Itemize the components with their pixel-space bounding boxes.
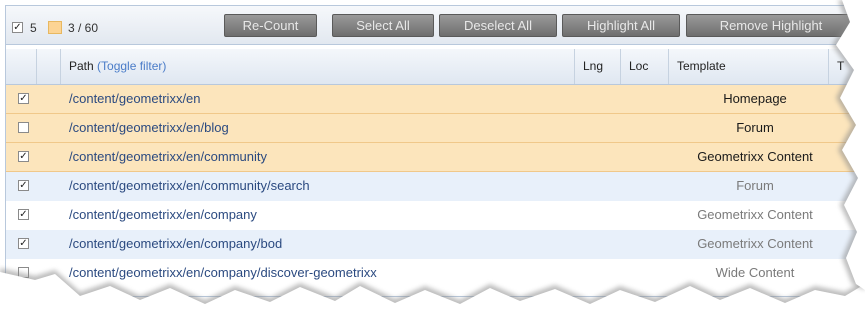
header-lng[interactable]: Lng [574,49,620,84]
row-path-link[interactable]: /content/geometrixx/en/blog [69,114,229,142]
row-template: Wide Content [715,265,795,280]
row-template: Geometrixx Content [697,207,813,222]
highlight-count: 3 / 60 [68,21,99,35]
recount-button[interactable]: Re-Count [224,14,317,37]
row-checkbox[interactable]: ✓ [18,209,29,220]
table-row[interactable]: /content/geometrixx/en/blog Forum [6,114,865,143]
toggle-filter-link[interactable]: (Toggle filter) [97,59,166,73]
table-row[interactable]: ✓ /content/geometrixx/en/company Geometrix… [6,201,865,230]
select-checkbox-indicator[interactable]: ✓ [12,22,23,33]
header-loc[interactable]: Loc [620,49,668,84]
table-row[interactable]: ✓ /content/geometrixx/en/community/search… [6,172,865,201]
row-template: Geometrixx Content [697,149,813,164]
header-path[interactable]: Path (Toggle filter) [60,49,574,84]
row-path-link[interactable]: /content/geometrixx/en/company [69,201,257,229]
row-template: Forum [736,178,774,193]
header-select-column [6,49,36,84]
page-list-panel: ✓ 5 3 / 60 Re-Count Select All Deselect … [5,5,865,297]
row-path-link[interactable]: /content/geometrixx/en/company/discover-… [69,259,377,287]
table-row[interactable]: ✓ /content/geometrixx/en/company/bod Geome… [6,230,865,259]
row-checkbox[interactable]: ✓ [18,151,29,162]
row-checkbox[interactable]: ✓ [18,93,29,104]
row-checkbox[interactable]: ✓ [18,180,29,191]
row-template: Geometrixx Content [697,236,813,251]
select-all-button[interactable]: Select All [332,14,434,37]
highlight-all-button[interactable]: Highlight All [562,14,680,37]
row-template: Homepage [723,91,787,106]
column-header: Path (Toggle filter) Lng Loc Template T [6,49,865,85]
header-template[interactable]: Template [668,49,828,84]
row-path-link[interactable]: /content/geometrixx/en/company/bod [69,230,282,258]
header-spacer-column [36,49,60,84]
row-path-link[interactable]: /content/geometrixx/en/community [69,143,267,171]
row-checkbox[interactable] [18,267,29,278]
row-checkbox[interactable]: ✓ [18,238,29,249]
header-extra[interactable]: T [828,49,865,84]
selected-count: 5 [30,21,37,35]
deselect-all-button[interactable]: Deselect All [439,14,557,37]
toolbar: ✓ 5 3 / 60 Re-Count Select All Deselect … [6,6,865,45]
row-template: Forum [736,120,774,135]
highlight-swatch-icon [48,21,62,34]
header-path-label: Path [69,59,94,73]
row-checkbox[interactable] [18,122,29,133]
row-path-link[interactable]: /content/geometrixx/en/community/search [69,172,310,200]
table-row[interactable]: ✓ /content/geometrixx/en/community Geometr… [6,143,865,172]
table-row[interactable]: ✓ /content/geometrixx/en Homepage [6,85,865,114]
remove-highlight-button[interactable]: Remove Highlight [686,14,856,37]
row-path-link[interactable]: /content/geometrixx/en [69,85,201,113]
table-row[interactable]: /content/geometrixx/en/company/discover-… [6,259,865,288]
